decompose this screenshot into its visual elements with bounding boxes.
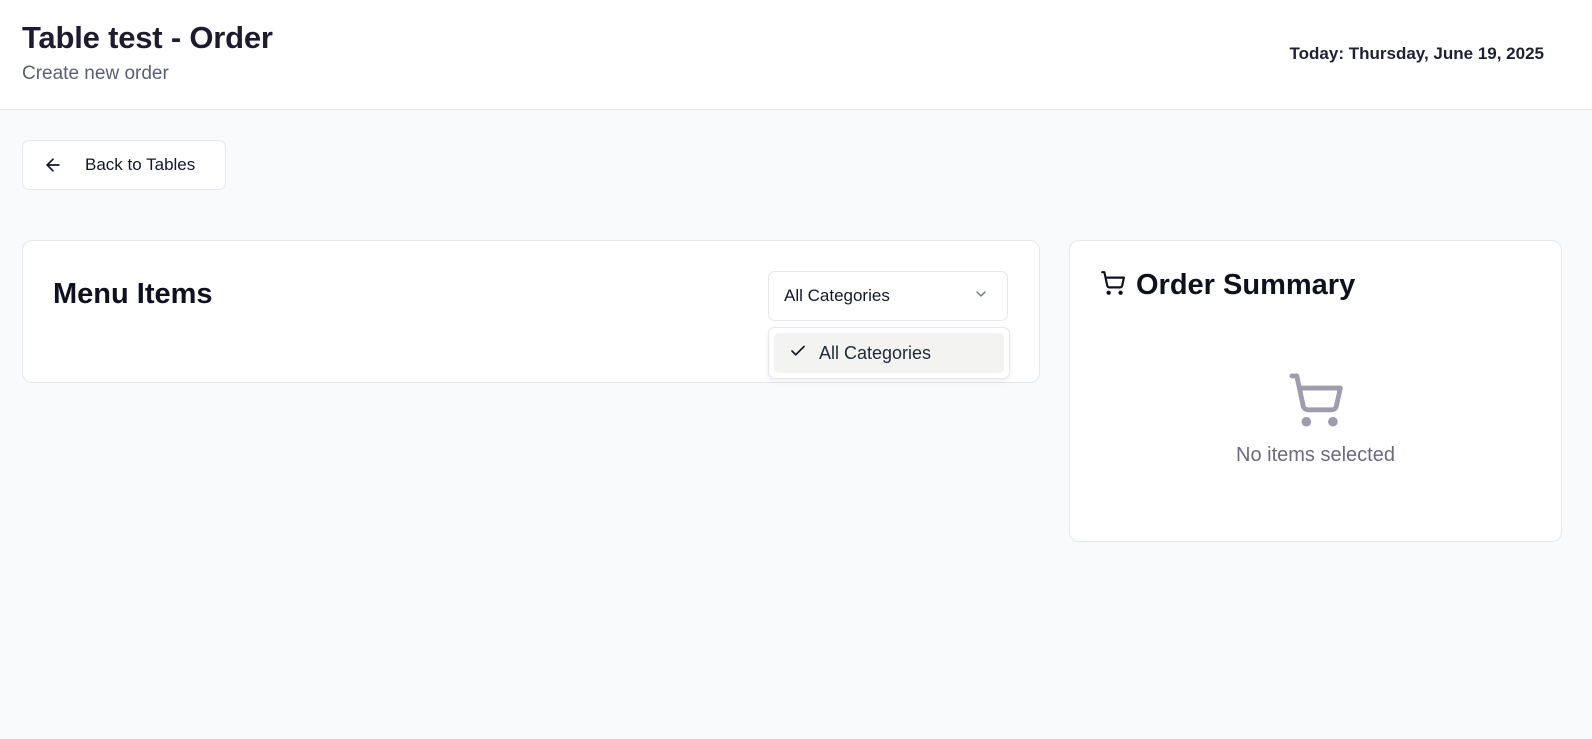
shopping-cart-icon xyxy=(1100,270,1126,301)
back-to-tables-button[interactable]: Back to Tables xyxy=(22,140,226,190)
category-option-label: All Categories xyxy=(819,342,932,363)
menu-items-title: Menu Items xyxy=(53,278,213,310)
category-select-value: All Categories xyxy=(784,286,890,305)
page-title: Table test - Order xyxy=(22,20,273,55)
page-subtitle: Create new order xyxy=(22,63,169,84)
check-icon xyxy=(789,342,807,365)
chevron-down-icon xyxy=(973,286,989,307)
arrow-left-icon xyxy=(43,155,63,175)
empty-order-message: No items selected xyxy=(1236,444,1395,466)
back-button-label: Back to Tables xyxy=(85,155,196,174)
order-summary-card: Order Summary No items selected xyxy=(1069,240,1562,542)
category-select[interactable]: All Categories xyxy=(768,271,1008,321)
order-summary-header: Order Summary xyxy=(1100,269,1355,302)
page-header: Table test - Order Create new order Toda… xyxy=(0,0,1592,110)
empty-cart-icon xyxy=(1070,371,1561,429)
today-date: Today: Thursday, June 19, 2025 xyxy=(1289,44,1544,63)
order-summary-title: Order Summary xyxy=(1136,269,1356,301)
category-dropdown: All Categories xyxy=(768,327,1010,379)
category-option-all[interactable]: All Categories xyxy=(774,333,1004,373)
